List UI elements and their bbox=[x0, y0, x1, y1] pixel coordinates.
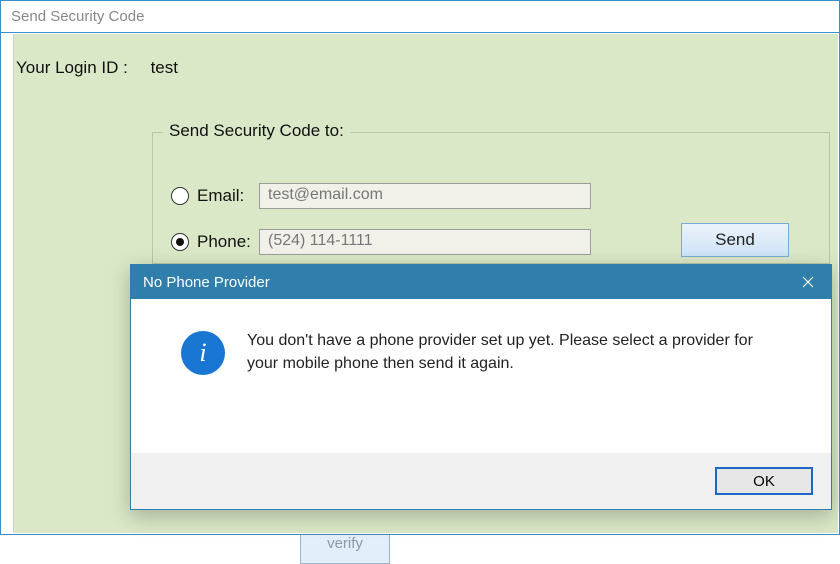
phone-field[interactable]: (524) 114-1111 bbox=[259, 229, 591, 255]
dialog-close-button[interactable] bbox=[785, 265, 831, 299]
dialog-footer: OK bbox=[131, 453, 831, 509]
info-icon: i bbox=[181, 331, 225, 375]
dialog-body: i You don't have a phone provider set up… bbox=[131, 299, 831, 385]
no-phone-provider-dialog: No Phone Provider i You don't have a pho… bbox=[130, 264, 832, 510]
phone-radio-label: Phone: bbox=[197, 232, 259, 252]
verify-button-obscured[interactable]: verify bbox=[300, 534, 390, 564]
login-id-line: Your Login ID : test bbox=[16, 58, 178, 78]
send-security-code-window: Send Security Code Your Login ID : test … bbox=[0, 0, 840, 535]
background-edge-strip bbox=[2, 34, 14, 533]
phone-radio[interactable] bbox=[171, 233, 189, 251]
close-icon bbox=[802, 276, 814, 288]
email-field[interactable]: test@email.com bbox=[259, 183, 591, 209]
email-radio[interactable] bbox=[171, 187, 189, 205]
window-titlebar: Send Security Code bbox=[1, 1, 839, 33]
ok-button[interactable]: OK bbox=[715, 467, 813, 495]
email-row: Email: test@email.com bbox=[171, 181, 591, 211]
send-code-to-fieldset: Send Security Code to: Email: test@email… bbox=[152, 132, 830, 264]
fieldset-legend: Send Security Code to: bbox=[163, 121, 350, 141]
send-button[interactable]: Send bbox=[681, 223, 789, 257]
login-id-label: Your Login ID : bbox=[16, 58, 128, 77]
login-id-value: test bbox=[151, 58, 178, 77]
dialog-title: No Phone Provider bbox=[143, 274, 270, 291]
window-title: Send Security Code bbox=[11, 8, 144, 25]
email-radio-label: Email: bbox=[197, 186, 259, 206]
dialog-titlebar: No Phone Provider bbox=[131, 265, 831, 299]
dialog-message: You don't have a phone provider set up y… bbox=[247, 329, 787, 375]
phone-row: Phone: (524) 114-1111 bbox=[171, 227, 591, 257]
